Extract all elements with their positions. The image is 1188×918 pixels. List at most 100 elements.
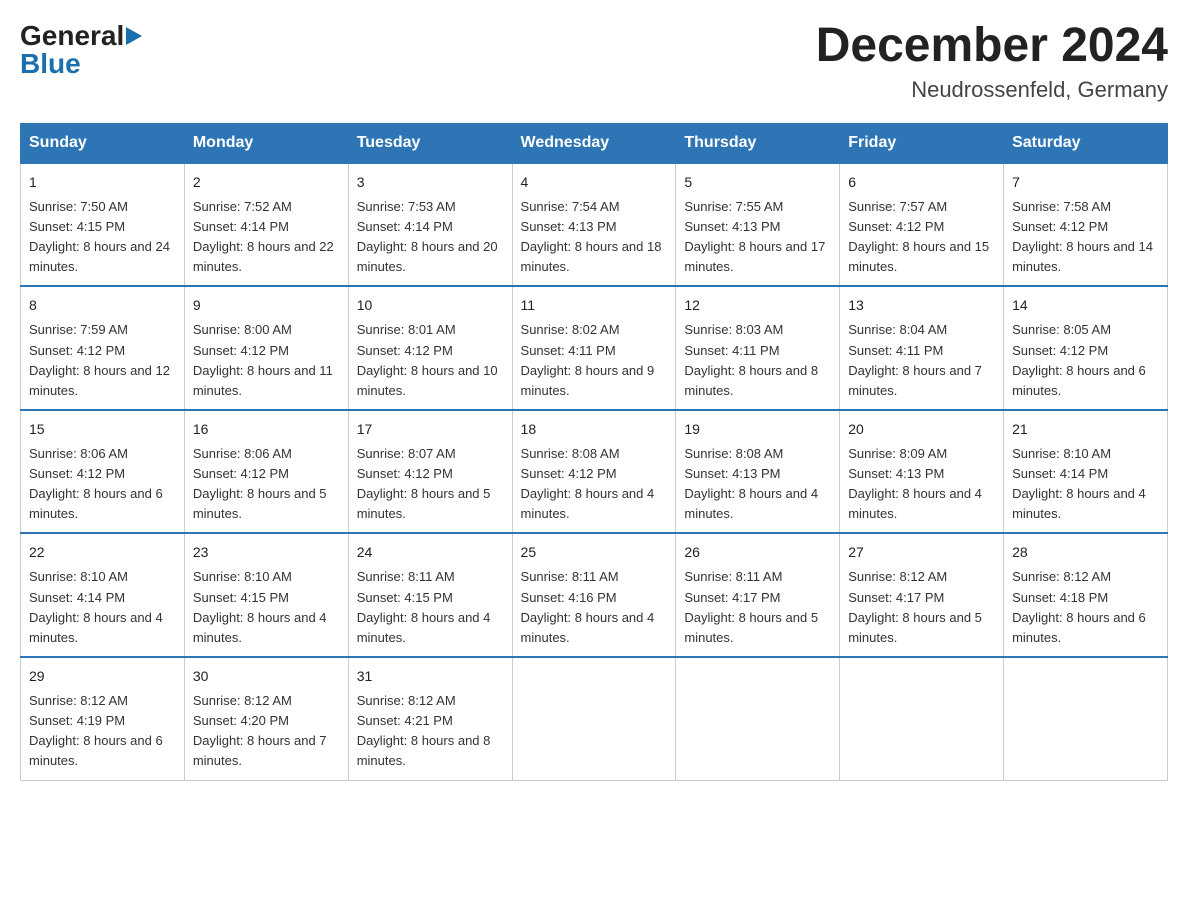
col-saturday: Saturday — [1004, 123, 1168, 163]
table-row: 29 Sunrise: 8:12 AMSunset: 4:19 PMDayligh… — [21, 657, 185, 780]
table-row: 9Sunrise: 8:00 AMSunset: 4:12 PMDaylight… — [184, 286, 348, 410]
table-row: 19Sunrise: 8:08 AMSunset: 4:13 PMDayligh… — [676, 410, 840, 534]
day-info: Sunrise: 8:10 AMSunset: 4:15 PMDaylight:… — [193, 569, 327, 644]
day-number: 29 — [29, 666, 176, 687]
day-number: 3 — [357, 172, 504, 193]
day-number: 5 — [684, 172, 831, 193]
day-number: 26 — [684, 542, 831, 563]
table-row: 6 Sunrise: 7:57 AMSunset: 4:12 PMDaylight… — [840, 163, 1004, 287]
col-tuesday: Tuesday — [348, 123, 512, 163]
day-info: Sunrise: 8:07 AMSunset: 4:12 PMDaylight:… — [357, 446, 491, 521]
day-number: 17 — [357, 419, 504, 440]
table-row: 23Sunrise: 8:10 AMSunset: 4:15 PMDayligh… — [184, 533, 348, 657]
week-row-4: 22Sunrise: 8:10 AMSunset: 4:14 PMDayligh… — [21, 533, 1168, 657]
table-row: 8Sunrise: 7:59 AMSunset: 4:12 PMDaylight… — [21, 286, 185, 410]
day-info: Sunrise: 8:08 AMSunset: 4:12 PMDaylight:… — [521, 446, 655, 521]
day-info: Sunrise: 8:04 AMSunset: 4:11 PMDaylight:… — [848, 322, 982, 397]
page-header: General Blue December 2024 Neudrossenfel… — [20, 20, 1168, 103]
col-sunday: Sunday — [21, 123, 185, 163]
day-info: Sunrise: 8:10 AMSunset: 4:14 PMDaylight:… — [1012, 446, 1146, 521]
day-number: 1 — [29, 172, 176, 193]
day-number: 7 — [1012, 172, 1159, 193]
title-area: December 2024 Neudrossenfeld, Germany — [816, 20, 1168, 103]
table-row: 3 Sunrise: 7:53 AMSunset: 4:14 PMDaylight… — [348, 163, 512, 287]
day-number: 18 — [521, 419, 668, 440]
day-number: 6 — [848, 172, 995, 193]
day-info: Sunrise: 8:11 AMSunset: 4:16 PMDaylight:… — [521, 569, 655, 644]
table-row: 2 Sunrise: 7:52 AMSunset: 4:14 PMDaylight… — [184, 163, 348, 287]
week-row-1: 1 Sunrise: 7:50 AMSunset: 4:15 PMDaylight… — [21, 163, 1168, 287]
day-info: Sunrise: 7:50 AMSunset: 4:15 PMDaylight:… — [29, 199, 170, 274]
day-number: 16 — [193, 419, 340, 440]
day-info: Sunrise: 8:02 AMSunset: 4:11 PMDaylight:… — [521, 322, 655, 397]
day-number: 4 — [521, 172, 668, 193]
day-number: 19 — [684, 419, 831, 440]
day-info: Sunrise: 7:54 AMSunset: 4:13 PMDaylight:… — [521, 199, 662, 274]
day-number: 2 — [193, 172, 340, 193]
table-row: 21 Sunrise: 8:10 AMSunset: 4:14 PMDayligh… — [1004, 410, 1168, 534]
day-info: Sunrise: 8:01 AMSunset: 4:12 PMDaylight:… — [357, 322, 498, 397]
table-row: 4 Sunrise: 7:54 AMSunset: 4:13 PMDaylight… — [512, 163, 676, 287]
day-number: 12 — [684, 295, 831, 316]
day-info: Sunrise: 7:59 AMSunset: 4:12 PMDaylight:… — [29, 322, 170, 397]
day-number: 30 — [193, 666, 340, 687]
day-info: Sunrise: 8:11 AMSunset: 4:17 PMDaylight:… — [684, 569, 818, 644]
day-info: Sunrise: 7:53 AMSunset: 4:14 PMDaylight:… — [357, 199, 498, 274]
table-row — [512, 657, 676, 780]
day-info: Sunrise: 7:58 AMSunset: 4:12 PMDaylight:… — [1012, 199, 1153, 274]
location-title: Neudrossenfeld, Germany — [816, 77, 1168, 103]
table-row: 13Sunrise: 8:04 AMSunset: 4:11 PMDayligh… — [840, 286, 1004, 410]
day-number: 25 — [521, 542, 668, 563]
table-row: 30 Sunrise: 8:12 AMSunset: 4:20 PMDayligh… — [184, 657, 348, 780]
table-row: 28Sunrise: 8:12 AMSunset: 4:18 PMDayligh… — [1004, 533, 1168, 657]
day-info: Sunrise: 8:12 AMSunset: 4:17 PMDaylight:… — [848, 569, 982, 644]
week-row-5: 29 Sunrise: 8:12 AMSunset: 4:19 PMDayligh… — [21, 657, 1168, 780]
day-info: Sunrise: 7:55 AMSunset: 4:13 PMDaylight:… — [684, 199, 825, 274]
table-row: 31 Sunrise: 8:12 AMSunset: 4:21 PMDayligh… — [348, 657, 512, 780]
table-row: 27 Sunrise: 8:12 AMSunset: 4:17 PMDayligh… — [840, 533, 1004, 657]
day-info: Sunrise: 8:09 AMSunset: 4:13 PMDaylight:… — [848, 446, 982, 521]
table-row — [1004, 657, 1168, 780]
day-number: 27 — [848, 542, 995, 563]
day-info: Sunrise: 8:00 AMSunset: 4:12 PMDaylight:… — [193, 322, 333, 397]
week-row-3: 15 Sunrise: 8:06 AMSunset: 4:12 PMDayligh… — [21, 410, 1168, 534]
day-info: Sunrise: 8:12 AMSunset: 4:19 PMDaylight:… — [29, 693, 163, 768]
table-row: 14Sunrise: 8:05 AMSunset: 4:12 PMDayligh… — [1004, 286, 1168, 410]
table-row: 20 Sunrise: 8:09 AMSunset: 4:13 PMDayligh… — [840, 410, 1004, 534]
table-row: 17 Sunrise: 8:07 AMSunset: 4:12 PMDayligh… — [348, 410, 512, 534]
day-number: 24 — [357, 542, 504, 563]
calendar-table: Sunday Monday Tuesday Wednesday Thursday… — [20, 123, 1168, 781]
col-wednesday: Wednesday — [512, 123, 676, 163]
day-info: Sunrise: 8:12 AMSunset: 4:20 PMDaylight:… — [193, 693, 327, 768]
col-thursday: Thursday — [676, 123, 840, 163]
day-number: 21 — [1012, 419, 1159, 440]
table-row: 18 Sunrise: 8:08 AMSunset: 4:12 PMDayligh… — [512, 410, 676, 534]
day-info: Sunrise: 7:57 AMSunset: 4:12 PMDaylight:… — [848, 199, 989, 274]
column-header-row: Sunday Monday Tuesday Wednesday Thursday… — [21, 123, 1168, 163]
col-friday: Friday — [840, 123, 1004, 163]
day-number: 11 — [521, 295, 668, 316]
day-info: Sunrise: 8:06 AMSunset: 4:12 PMDaylight:… — [193, 446, 327, 521]
col-monday: Monday — [184, 123, 348, 163]
table-row: 25 Sunrise: 8:11 AMSunset: 4:16 PMDayligh… — [512, 533, 676, 657]
day-number: 14 — [1012, 295, 1159, 316]
day-info: Sunrise: 8:12 AMSunset: 4:21 PMDaylight:… — [357, 693, 491, 768]
day-info: Sunrise: 8:11 AMSunset: 4:15 PMDaylight:… — [357, 569, 491, 644]
day-number: 10 — [357, 295, 504, 316]
table-row: 7 Sunrise: 7:58 AMSunset: 4:12 PMDaylight… — [1004, 163, 1168, 287]
day-info: Sunrise: 7:52 AMSunset: 4:14 PMDaylight:… — [193, 199, 334, 274]
table-row — [840, 657, 1004, 780]
table-row: 15Sunrise: 8:06 AMSunset: 4:12 PMDayligh… — [21, 410, 185, 534]
day-number: 15 — [29, 419, 176, 440]
day-number: 31 — [357, 666, 504, 687]
table-row: 24 Sunrise: 8:11 AMSunset: 4:15 PMDayligh… — [348, 533, 512, 657]
table-row: 5 Sunrise: 7:55 AMSunset: 4:13 PMDaylight… — [676, 163, 840, 287]
table-row: 12 Sunrise: 8:03 AMSunset: 4:11 PMDayligh… — [676, 286, 840, 410]
day-info: Sunrise: 8:03 AMSunset: 4:11 PMDaylight:… — [684, 322, 818, 397]
day-info: Sunrise: 8:12 AMSunset: 4:18 PMDaylight:… — [1012, 569, 1146, 644]
table-row: 22Sunrise: 8:10 AMSunset: 4:14 PMDayligh… — [21, 533, 185, 657]
day-number: 20 — [848, 419, 995, 440]
logo-blue-text: Blue — [20, 48, 146, 80]
day-number: 22 — [29, 542, 176, 563]
table-row: 10 Sunrise: 8:01 AMSunset: 4:12 PMDayligh… — [348, 286, 512, 410]
